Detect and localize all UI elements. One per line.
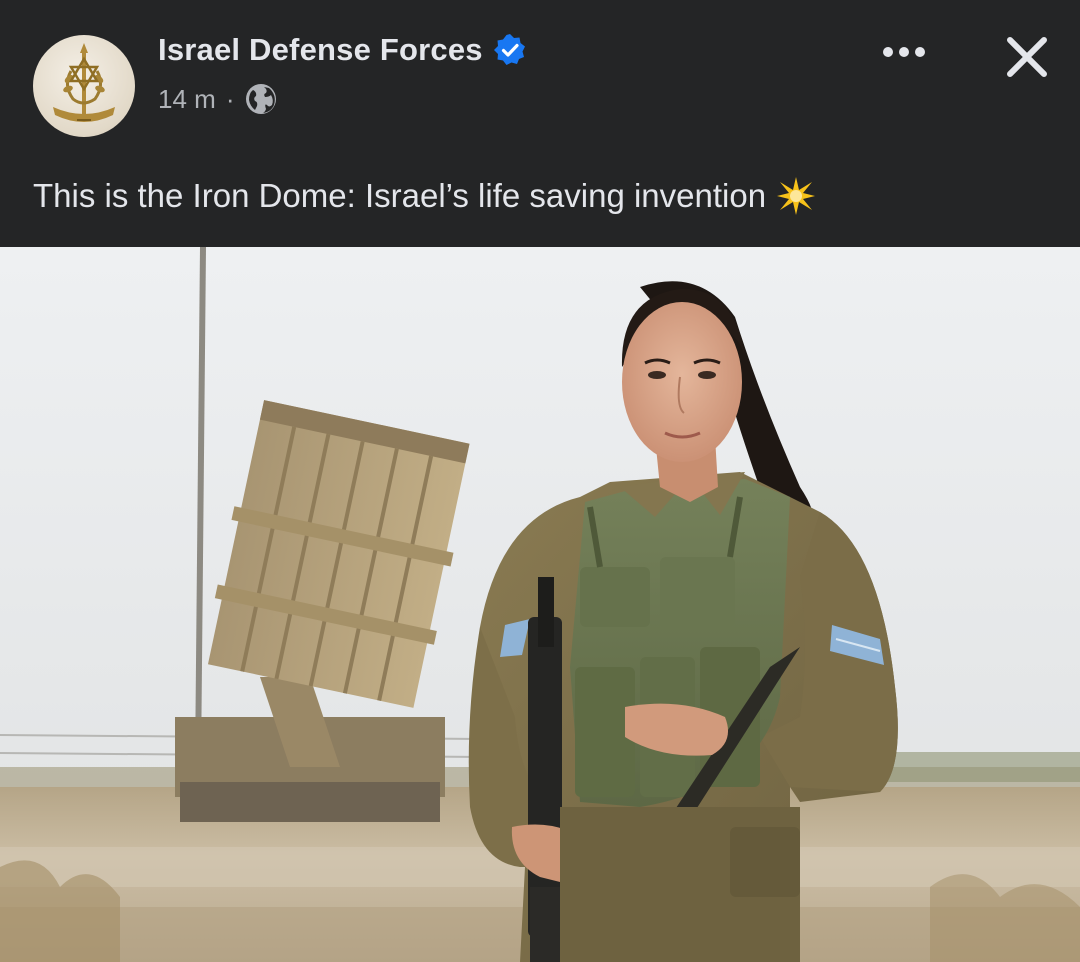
- close-button[interactable]: [998, 28, 1056, 86]
- post-caption-text: This is the Iron Dome: Israel’s life sav…: [33, 177, 767, 214]
- post-viewer: Israel Defense Forces 14 m · This is the…: [0, 0, 1080, 962]
- meta-separator: ·: [225, 83, 235, 114]
- iron-dome-soldier-photo: [0, 247, 1080, 962]
- post-header: Israel Defense Forces 14 m ·: [0, 0, 1080, 160]
- page-name[interactable]: Israel Defense Forces: [158, 32, 527, 68]
- verified-badge-icon: [493, 34, 525, 65]
- more-options-button[interactable]: [874, 30, 934, 74]
- sparkle-icon: [777, 177, 816, 215]
- page-avatar[interactable]: [33, 35, 135, 137]
- page-name-label: Israel Defense Forces: [158, 32, 483, 67]
- post-timestamp[interactable]: 14 m: [158, 84, 216, 115]
- globe-icon: [246, 84, 277, 114]
- more-options-icon: [883, 47, 925, 57]
- post-caption: This is the Iron Dome: Israel’s life sav…: [33, 176, 816, 216]
- post-photo[interactable]: [0, 247, 1080, 962]
- post-meta: 14 m ·: [158, 82, 278, 116]
- idf-emblem-icon: [53, 43, 115, 122]
- close-icon: [1007, 37, 1047, 77]
